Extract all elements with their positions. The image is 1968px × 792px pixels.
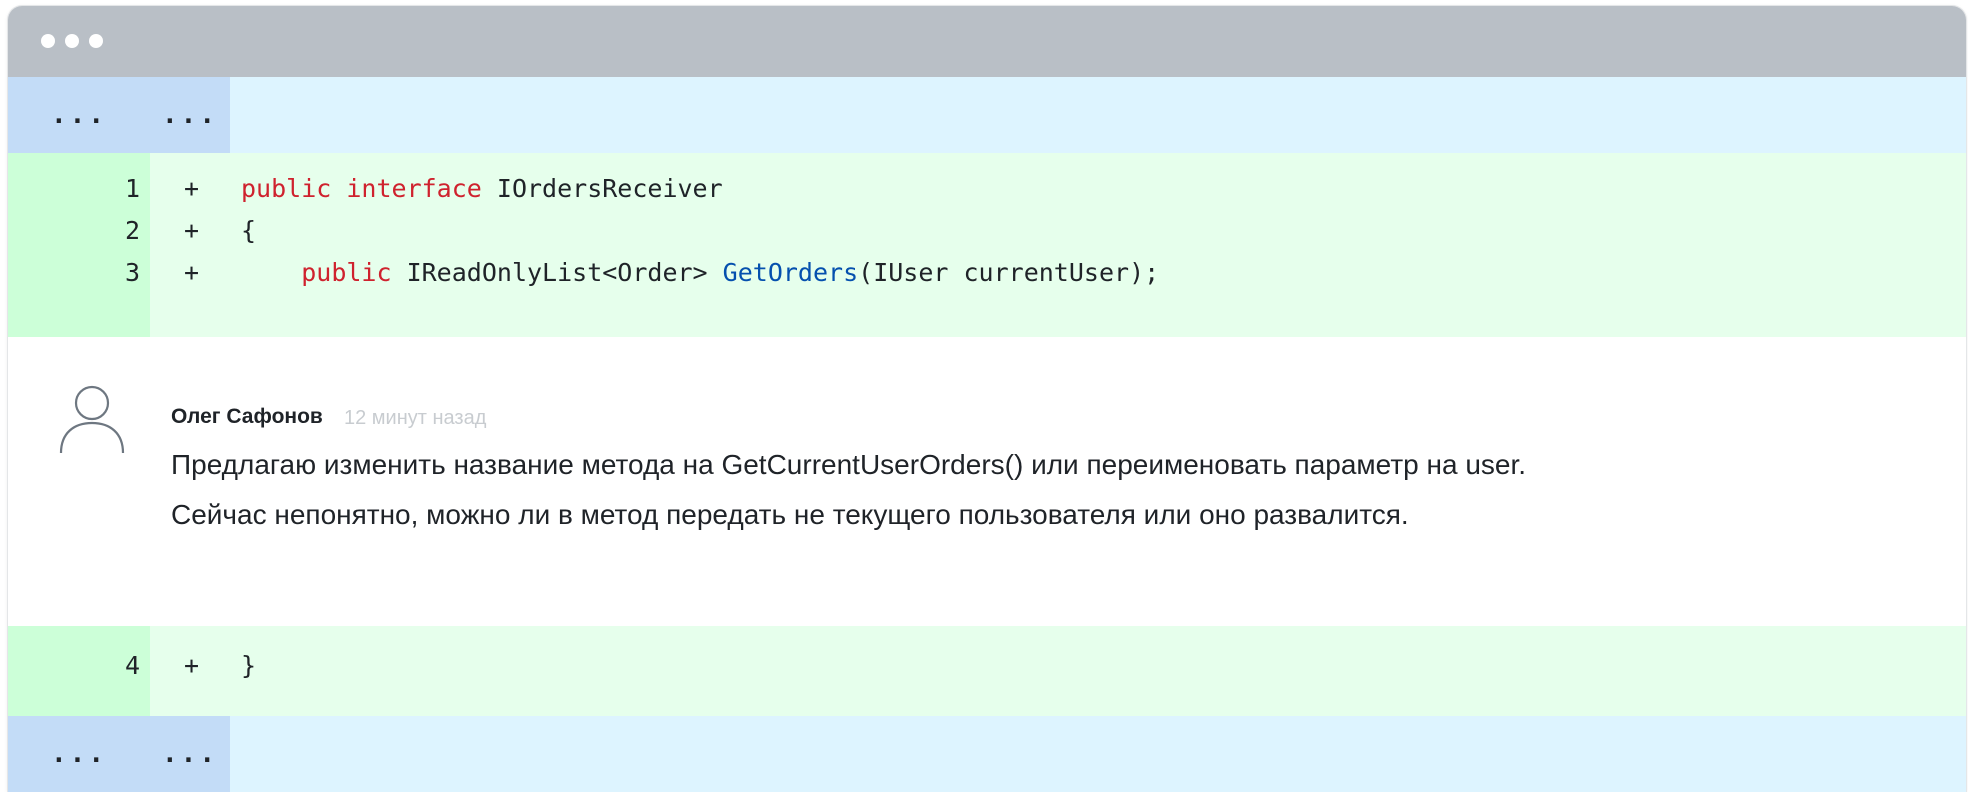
window-dot-icon[interactable] bbox=[41, 34, 55, 48]
code-keyword: interface bbox=[346, 174, 482, 203]
window-dot-icon[interactable] bbox=[65, 34, 79, 48]
added-sign: + bbox=[184, 651, 200, 680]
review-comment: Олег Сафонов 12 минут назад Предлагаю из… bbox=[8, 337, 1966, 626]
window-titlebar bbox=[8, 6, 1966, 77]
hunk-expand-old[interactable]: ... bbox=[8, 716, 150, 792]
comment-timestamp[interactable]: 12 минут назад bbox=[344, 407, 486, 430]
code-token: { bbox=[241, 216, 257, 245]
comment-author[interactable]: Олег Сафонов bbox=[171, 405, 323, 429]
code-keyword: public bbox=[301, 258, 392, 287]
diff-line[interactable]: 4 +} bbox=[8, 640, 1966, 692]
code-token: } bbox=[241, 651, 257, 680]
code-keyword: public bbox=[241, 174, 332, 203]
line-number[interactable]: 3 bbox=[8, 247, 140, 299]
added-lines-block: 4 +} bbox=[8, 626, 1966, 716]
user-avatar-icon[interactable] bbox=[56, 381, 128, 453]
code-review-window: ... ... 1 + public interface IOrdersReceiv… bbox=[8, 6, 1966, 792]
code-text: public IReadOnlyList<Order> GetOrders(IU… bbox=[241, 247, 1159, 299]
code-text: } bbox=[241, 640, 256, 692]
hunk-expand-new[interactable]: ... bbox=[150, 77, 230, 153]
code-function-name: GetOrders bbox=[722, 258, 859, 287]
comment-body-line: Предлагаю изменить название метода на Ge… bbox=[171, 449, 1527, 480]
hunk-header-bottom[interactable]: ... ... bbox=[8, 716, 1966, 792]
line-number[interactable]: 4 bbox=[8, 640, 140, 692]
hunk-expand-new[interactable]: ... bbox=[150, 716, 230, 792]
added-lines-block: 1 + public interface IOrdersReceiver 2 +{3 + … bbox=[8, 153, 1966, 337]
window-dot-icon[interactable] bbox=[89, 34, 103, 48]
comment-body-line: Сейчас непонятно, можно ли в метод перед… bbox=[171, 499, 1409, 530]
hunk-expand-old[interactable]: ... bbox=[8, 77, 150, 153]
code-token: (IUser currentUser); bbox=[858, 258, 1160, 287]
diff-line[interactable]: 3 + public IReadOnlyList<Order> GetOrders… bbox=[8, 247, 1966, 299]
code-token: IOrdersReceiver bbox=[481, 174, 723, 203]
code-token: IReadOnlyList<Order> bbox=[391, 258, 723, 287]
hunk-header-top[interactable]: ... ... bbox=[8, 77, 1966, 153]
added-sign: + bbox=[184, 258, 200, 287]
